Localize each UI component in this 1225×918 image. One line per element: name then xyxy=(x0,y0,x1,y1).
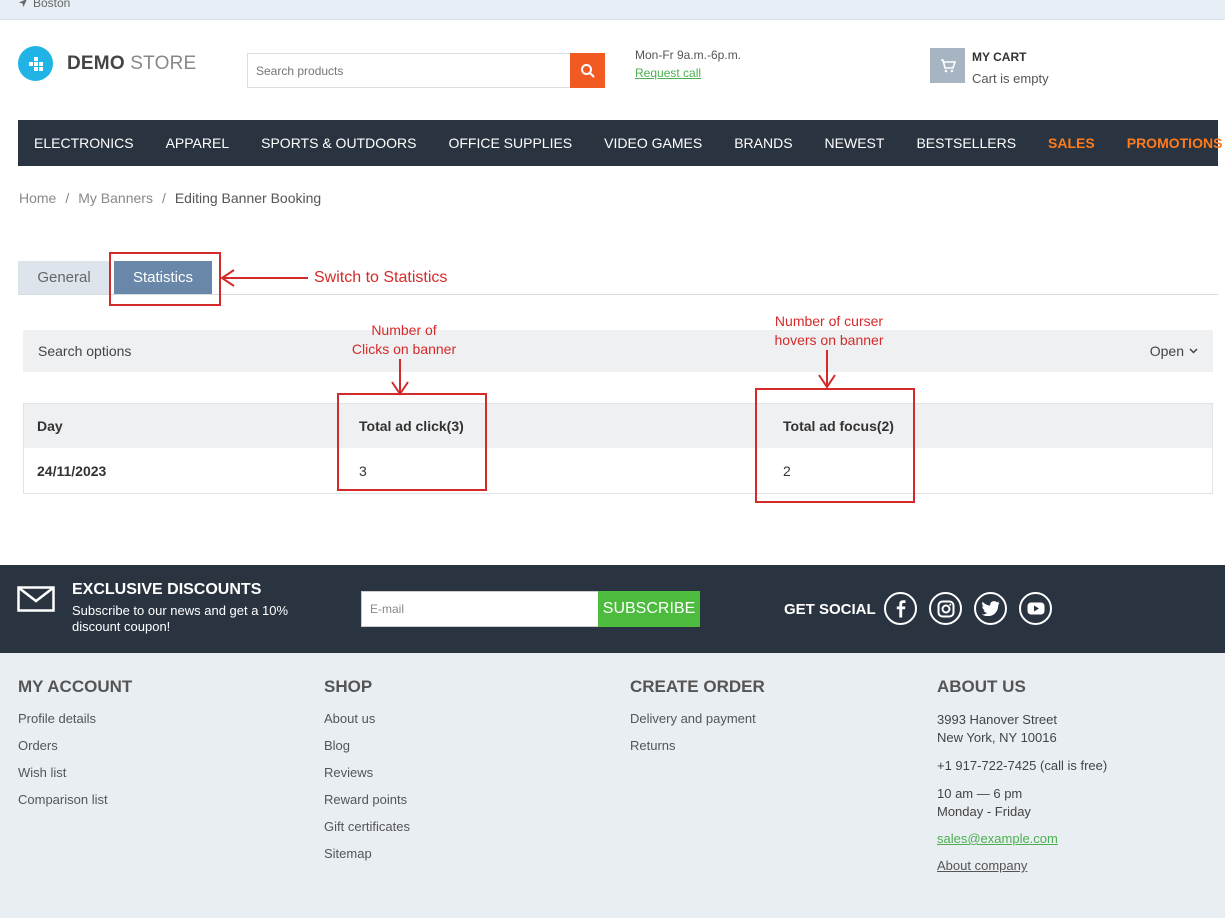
footer-column-my-account: MY ACCOUNT Profile details Orders Wish l… xyxy=(18,677,132,819)
footer-heading: ABOUT US xyxy=(937,677,1026,696)
footer-heading: CREATE ORDER xyxy=(630,677,765,696)
footer-link-profile-details[interactable]: Profile details xyxy=(18,711,132,726)
footer-link-reward-points[interactable]: Reward points xyxy=(324,792,410,807)
footer-link-wish-list[interactable]: Wish list xyxy=(18,765,132,780)
footer-column-shop: SHOP About us Blog Reviews Reward points… xyxy=(324,677,410,873)
footer-phone: +1 917-722-7425 (call is free) xyxy=(937,758,1108,773)
footer-link-gift-certificates[interactable]: Gift certificates xyxy=(324,819,410,834)
footer-address: 3993 Hanover Street New York, NY 10016 xyxy=(937,712,1057,745)
instagram-icon[interactable] xyxy=(929,592,962,625)
footer-about-company-link[interactable]: About company xyxy=(937,858,1107,873)
arrow-to-statistics-tab xyxy=(220,269,308,287)
footer-hours: 10 am — 6 pm Monday - Friday xyxy=(937,786,1031,819)
footer-link-orders[interactable]: Orders xyxy=(18,738,132,753)
subscribe-title: EXCLUSIVE DISCOUNTS xyxy=(72,581,262,598)
subscribe-button[interactable]: Subscribe xyxy=(598,591,700,627)
footer-link-blog[interactable]: Blog xyxy=(324,738,410,753)
site-footer: MY ACCOUNT Profile details Orders Wish l… xyxy=(0,653,1225,918)
email-field[interactable]: E-mail xyxy=(361,591,599,627)
footer-link-returns[interactable]: Returns xyxy=(630,738,765,753)
twitter-icon[interactable] xyxy=(974,592,1007,625)
footer-column-create-order: CREATE ORDER Delivery and payment Return… xyxy=(630,677,765,765)
envelope-icon xyxy=(17,586,55,612)
arrow-to-ad-clicks xyxy=(391,359,409,396)
youtube-icon[interactable] xyxy=(1019,592,1052,625)
get-social-label: GET SOCIAL xyxy=(784,601,876,618)
subscribe-description: Subscribe to our news and get a 10% disc… xyxy=(72,603,289,634)
footer-link-delivery-payment[interactable]: Delivery and payment xyxy=(630,711,765,726)
arrow-to-ad-focus xyxy=(818,350,836,389)
footer-link-about-us[interactable]: About us xyxy=(324,711,410,726)
footer-column-about-us: ABOUT US 3993 Hanover Street New York, N… xyxy=(937,677,1107,873)
footer-link-sitemap[interactable]: Sitemap xyxy=(324,846,410,861)
footer-link-reviews[interactable]: Reviews xyxy=(324,765,410,780)
footer-email-link[interactable]: sales@example.com xyxy=(937,831,1107,846)
subscribe-band: EXCLUSIVE DISCOUNTS Subscribe to our new… xyxy=(0,565,1225,653)
footer-link-comparison-list[interactable]: Comparison list xyxy=(18,792,132,807)
footer-heading: SHOP xyxy=(324,677,373,696)
footer-heading: MY ACCOUNT xyxy=(18,677,133,696)
facebook-icon[interactable] xyxy=(884,592,917,625)
